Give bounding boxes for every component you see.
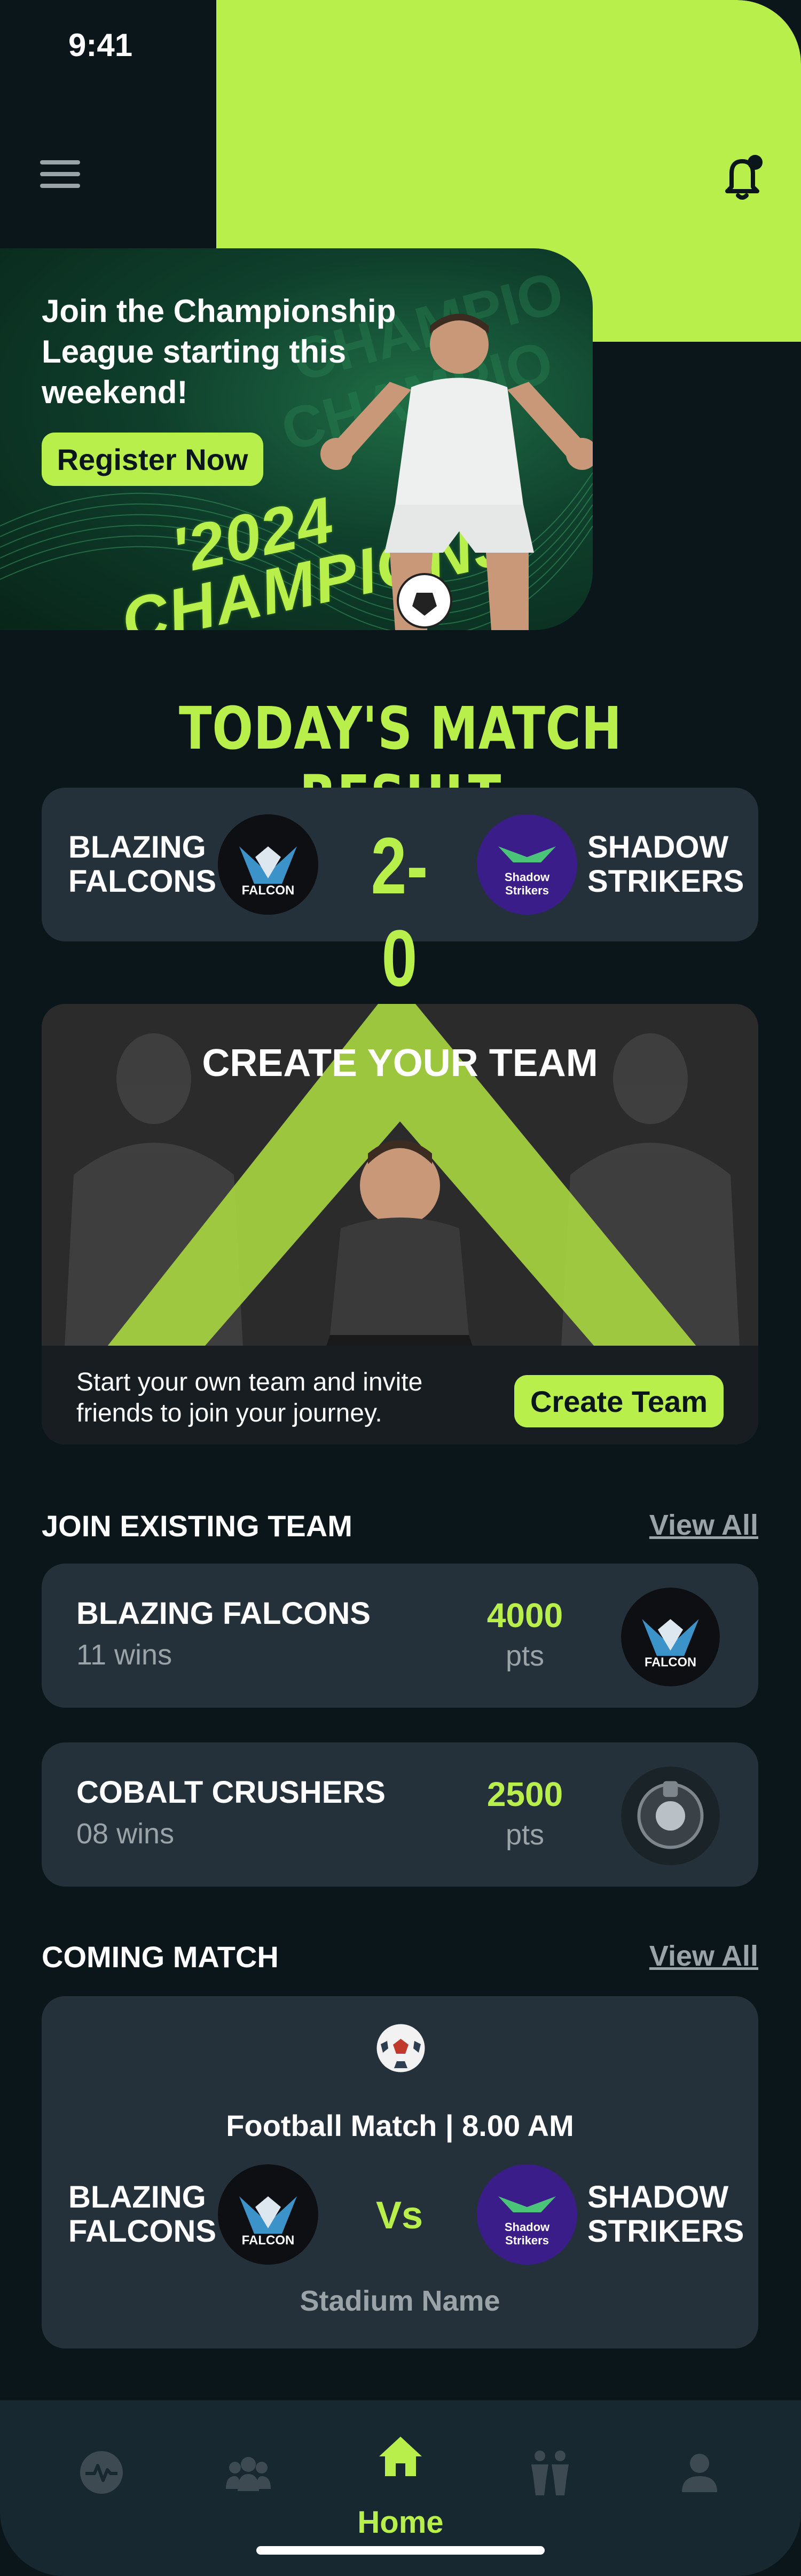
cobalt-crushers-logo bbox=[621, 1766, 720, 1865]
register-now-button[interactable]: Register Now bbox=[42, 433, 263, 486]
players-icon[interactable] bbox=[526, 2448, 574, 2496]
menu-icon[interactable] bbox=[40, 160, 80, 190]
svg-text:Shadow: Shadow bbox=[505, 2220, 550, 2234]
team-points-label: pts bbox=[505, 1819, 545, 1851]
away-team-name: SHADOW STRIKERS bbox=[587, 830, 744, 899]
match-info: Football Match | 8.00 AM bbox=[226, 2109, 574, 2142]
status-time: 9:41 bbox=[68, 27, 133, 63]
team-points-label: pts bbox=[505, 1640, 545, 1672]
team-name: BLAZING FALCONS bbox=[76, 1596, 371, 1631]
create-team-description: Start your own team and invite friends t… bbox=[76, 1368, 423, 1427]
coming-match-view-all-link[interactable]: View All bbox=[649, 1939, 758, 1973]
activity-icon[interactable] bbox=[77, 2448, 125, 2496]
svg-text:FALCON: FALCON bbox=[242, 2233, 295, 2248]
match-score: 2-0 bbox=[371, 821, 428, 1003]
app-screen: 9:41 CHAMPIO CHAMPIO Join the Ch bbox=[0, 0, 801, 2576]
team-card[interactable]: BLAZING FALCONS 11 wins 4000 pts FALCON bbox=[42, 1564, 758, 1708]
match-result-card[interactable]: BLAZING FALCONS FALCON 2-0 Shadow Strike… bbox=[42, 788, 758, 1003]
create-team-card[interactable]: CREATE YOUR TEAM Start your own team and… bbox=[42, 1004, 758, 1444]
svg-text:FALCON: FALCON bbox=[242, 883, 295, 898]
team-card[interactable]: COBALT CRUSHERS 08 wins 2500 pts bbox=[42, 1742, 758, 1887]
join-team-view-all-link[interactable]: View All bbox=[649, 1509, 758, 1542]
soccer-ball-icon bbox=[375, 2023, 426, 2074]
coming-match-card[interactable]: Football Match | 8.00 AM BLAZING FALCONS… bbox=[42, 1996, 758, 2349]
home-team-name: BLAZING FALCONS bbox=[68, 2180, 217, 2249]
svg-text:Strikers: Strikers bbox=[505, 884, 549, 897]
teams-icon[interactable] bbox=[224, 2448, 272, 2496]
team-points: 2500 bbox=[486, 1775, 563, 1813]
join-team-title: JOIN EXISTING TEAM bbox=[42, 1509, 352, 1543]
away-team-name: SHADOW STRIKERS bbox=[587, 2180, 744, 2249]
coming-match-title: COMING MATCH bbox=[42, 1940, 279, 1974]
team-wins: 08 wins bbox=[76, 1818, 175, 1850]
create-team-title: CREATE YOUR TEAM bbox=[202, 1042, 598, 1085]
home-icon[interactable] bbox=[376, 2432, 425, 2480]
shadow-strikers-logo: Shadow Strikers bbox=[477, 814, 577, 915]
shadow-strikers-logo: Shadow Strikers bbox=[477, 2164, 577, 2265]
blazing-falcons-logo: FALCON bbox=[218, 2164, 318, 2265]
home-label[interactable]: Home bbox=[347, 2504, 454, 2540]
notification-bell-icon[interactable] bbox=[716, 150, 769, 203]
stadium-name: Stadium Name bbox=[300, 2285, 500, 2317]
team-points: 4000 bbox=[486, 1596, 563, 1635]
profile-icon[interactable] bbox=[676, 2448, 724, 2496]
home-indicator bbox=[256, 2546, 545, 2555]
versus-label: Vs bbox=[375, 2194, 423, 2237]
svg-text:FALCON: FALCON bbox=[645, 1656, 696, 1670]
svg-text:Strikers: Strikers bbox=[505, 2234, 549, 2247]
football-player-illustration bbox=[320, 313, 593, 630]
team-wins: 11 wins bbox=[76, 1639, 172, 1671]
championship-banner[interactable]: CHAMPIO CHAMPIO Join the Championship Le… bbox=[0, 248, 593, 630]
home-team-name: BLAZING FALCONS bbox=[68, 830, 217, 899]
svg-text:Shadow: Shadow bbox=[505, 870, 550, 884]
blazing-falcons-logo: FALCON bbox=[621, 1588, 720, 1686]
team-name: COBALT CRUSHERS bbox=[76, 1775, 386, 1810]
create-team-button[interactable]: Create Team bbox=[514, 1375, 724, 1427]
blazing-falcons-logo: FALCON bbox=[218, 814, 318, 915]
